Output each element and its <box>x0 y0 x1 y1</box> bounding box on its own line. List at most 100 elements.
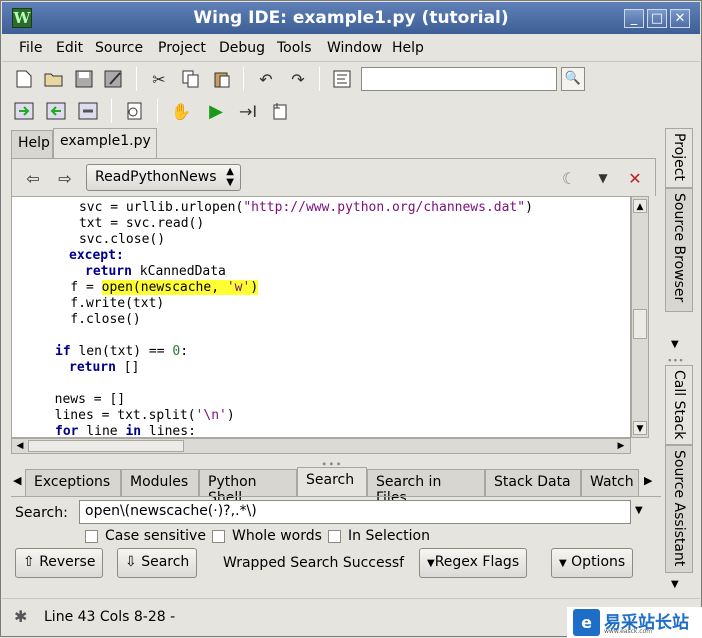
up-arrow-icon: ⇧ <box>23 554 35 570</box>
bookmark-icon[interactable] <box>75 98 101 124</box>
step-over-icon[interactable]: →I <box>235 98 261 124</box>
case-sensitive-checkbox[interactable]: Case sensitive <box>85 528 206 544</box>
code-line: except: <box>69 248 124 263</box>
menu-file[interactable]: File <box>19 40 42 56</box>
cut-icon[interactable]: ✂ <box>146 66 172 92</box>
menu-edit[interactable]: Edit <box>56 40 83 56</box>
tab-watch[interactable]: Watch <box>581 469 639 496</box>
reverse-button[interactable]: ⇧ Reverse <box>15 548 104 578</box>
dropdown-updown-icon: ▲ ▼ <box>226 166 234 188</box>
menu-help[interactable]: Help <box>392 40 424 56</box>
menu-project[interactable]: Project <box>158 40 206 56</box>
tab-call-stack[interactable]: Call Stack <box>665 365 693 445</box>
back-arrow-icon[interactable]: ⇦ <box>20 165 46 191</box>
code-line: f.write(txt) <box>39 296 165 311</box>
vertical-scroll-thumb[interactable] <box>633 309 647 339</box>
maximize-button[interactable]: □ <box>647 9 667 28</box>
tab-source-assistant[interactable]: Source Assistant <box>665 445 693 573</box>
scroll-left-icon[interactable]: ◀ <box>13 440 27 452</box>
tab-example1-py[interactable]: example1.py <box>53 128 157 158</box>
save-icon[interactable] <box>71 66 97 92</box>
checkbox-box[interactable] <box>85 529 98 543</box>
checkbox-box[interactable] <box>212 529 225 543</box>
window-title: Wing IDE: example1.py (tutorial) <box>193 8 509 28</box>
code-line: svc.close() <box>32 232 166 247</box>
search-button[interactable]: ⇩ Search <box>117 548 198 578</box>
watermark-logo-icon: e <box>573 609 600 636</box>
scope-dropdown[interactable]: ReadPythonNews ▲ ▼ <box>86 164 241 191</box>
chevron-down-icon: ▼ <box>559 558 567 569</box>
copy-icon[interactable] <box>178 66 204 92</box>
close-document-icon[interactable]: ✕ <box>622 165 648 191</box>
tab-stack-data[interactable]: Stack Data <box>485 469 581 496</box>
menu-debug[interactable]: Debug <box>219 40 265 56</box>
indent-left-icon[interactable] <box>43 98 69 124</box>
tab-python-shell[interactable]: Python Shell <box>199 469 297 506</box>
code-line: f.close() <box>39 312 141 327</box>
site-watermark: e 易采站长站 www.easck.com <box>567 607 702 638</box>
tab-source-browser[interactable]: Source Browser <box>665 188 693 312</box>
tab-search-in-files[interactable]: Search in Files <box>367 469 485 506</box>
goto-definition-icon[interactable] <box>329 66 355 92</box>
code-line: txt = svc.read() <box>32 216 205 231</box>
options-button[interactable]: ▼ Options <box>551 548 634 578</box>
search-label: Search: <box>15 505 68 521</box>
tab-modules[interactable]: Modules <box>121 469 199 496</box>
tab-help[interactable]: Help <box>11 130 53 158</box>
tabs-scroll-right-icon[interactable]: ▶ <box>644 474 652 487</box>
bug-icon[interactable]: ✱ <box>14 607 27 626</box>
redo-icon[interactable]: ↷ <box>285 66 311 92</box>
scroll-right-icon[interactable]: ▶ <box>614 440 628 452</box>
menu-tools[interactable]: Tools <box>277 40 312 56</box>
scroll-up-icon[interactable]: ▲ <box>633 199 647 213</box>
in-selection-checkbox[interactable]: In Selection <box>328 528 430 544</box>
chevron-down-icon[interactable]: ▼ <box>590 165 616 191</box>
editor-vertical-scrollbar[interactable]: ▲ ▼ <box>631 196 649 438</box>
title-bar: W Wing IDE: example1.py (tutorial) _ □ ✕ <box>2 2 700 34</box>
indent-right-icon[interactable] <box>11 98 37 124</box>
menu-window[interactable]: Window <box>327 40 382 56</box>
code-editor[interactable]: svc = urllib.urlopen("http://www.python.… <box>11 196 631 438</box>
menu-bar: File Edit Source Project Debug Tools Win… <box>2 35 700 62</box>
stop-hand-icon[interactable]: ✋ <box>168 98 194 124</box>
chevron-down-icon: ▼ <box>427 558 435 569</box>
scroll-down-icon[interactable]: ▼ <box>633 421 647 435</box>
ide-window: W Wing IDE: example1.py (tutorial) _ □ ✕… <box>0 0 702 638</box>
editor-horizontal-scrollbar[interactable]: ◀ ▶ <box>11 438 631 454</box>
tab-exceptions[interactable]: Exceptions <box>25 469 121 496</box>
menu-source[interactable]: Source <box>95 40 143 56</box>
forward-arrow-icon[interactable]: ⇨ <box>52 165 78 191</box>
options-moon-icon[interactable]: ☾ <box>556 165 582 191</box>
close-window-button[interactable]: ✕ <box>670 9 690 28</box>
code-line-highlighted: f = open(newscache, 'w') <box>39 280 259 295</box>
editor-navigation-bar: ⇦ ⇨ ReadPythonNews ▲ ▼ ☾ ▼ ✕ <box>11 158 656 196</box>
toolbar-search-input[interactable] <box>361 67 557 91</box>
paste-icon[interactable] <box>209 66 235 92</box>
save-all-icon[interactable] <box>101 66 127 92</box>
search-history-dropdown-icon[interactable]: ▼ <box>635 505 643 516</box>
checkbox-box[interactable] <box>328 529 341 543</box>
chevron-down-icon[interactable]: ▼ <box>671 339 679 350</box>
checkbox-label: Whole words <box>232 528 322 544</box>
horizontal-scroll-thumb[interactable] <box>28 440 184 452</box>
code-line: svc = urllib.urlopen("http://www.python.… <box>32 200 533 215</box>
undo-icon[interactable]: ↶ <box>253 66 279 92</box>
down-arrow-icon: ⇩ <box>125 554 137 570</box>
search-input[interactable]: open\(newscache(·)?,.*\) <box>79 500 631 524</box>
tab-project[interactable]: Project <box>665 128 693 188</box>
toolbar-search-icon[interactable]: 🔍 <box>561 67 585 91</box>
code-line: return [] <box>69 360 140 375</box>
chevron-down-icon[interactable]: ▼ <box>671 579 679 590</box>
code-line: for line in lines: <box>55 424 196 438</box>
new-file-icon[interactable] <box>11 66 37 92</box>
open-folder-icon[interactable] <box>41 66 67 92</box>
search-status-text: Wrapped Search Successf <box>223 555 405 571</box>
minimize-button[interactable]: _ <box>624 9 644 28</box>
regex-flags-button[interactable]: ▼Regex Flags <box>419 548 528 578</box>
breakpoint-icon[interactable] <box>267 98 293 124</box>
debug-config-icon[interactable] <box>121 98 147 124</box>
tab-search[interactable]: Search <box>297 467 367 497</box>
scope-dropdown-value: ReadPythonNews <box>95 169 217 185</box>
run-icon[interactable]: ▶ <box>203 98 229 124</box>
whole-words-checkbox[interactable]: Whole words <box>212 528 322 544</box>
